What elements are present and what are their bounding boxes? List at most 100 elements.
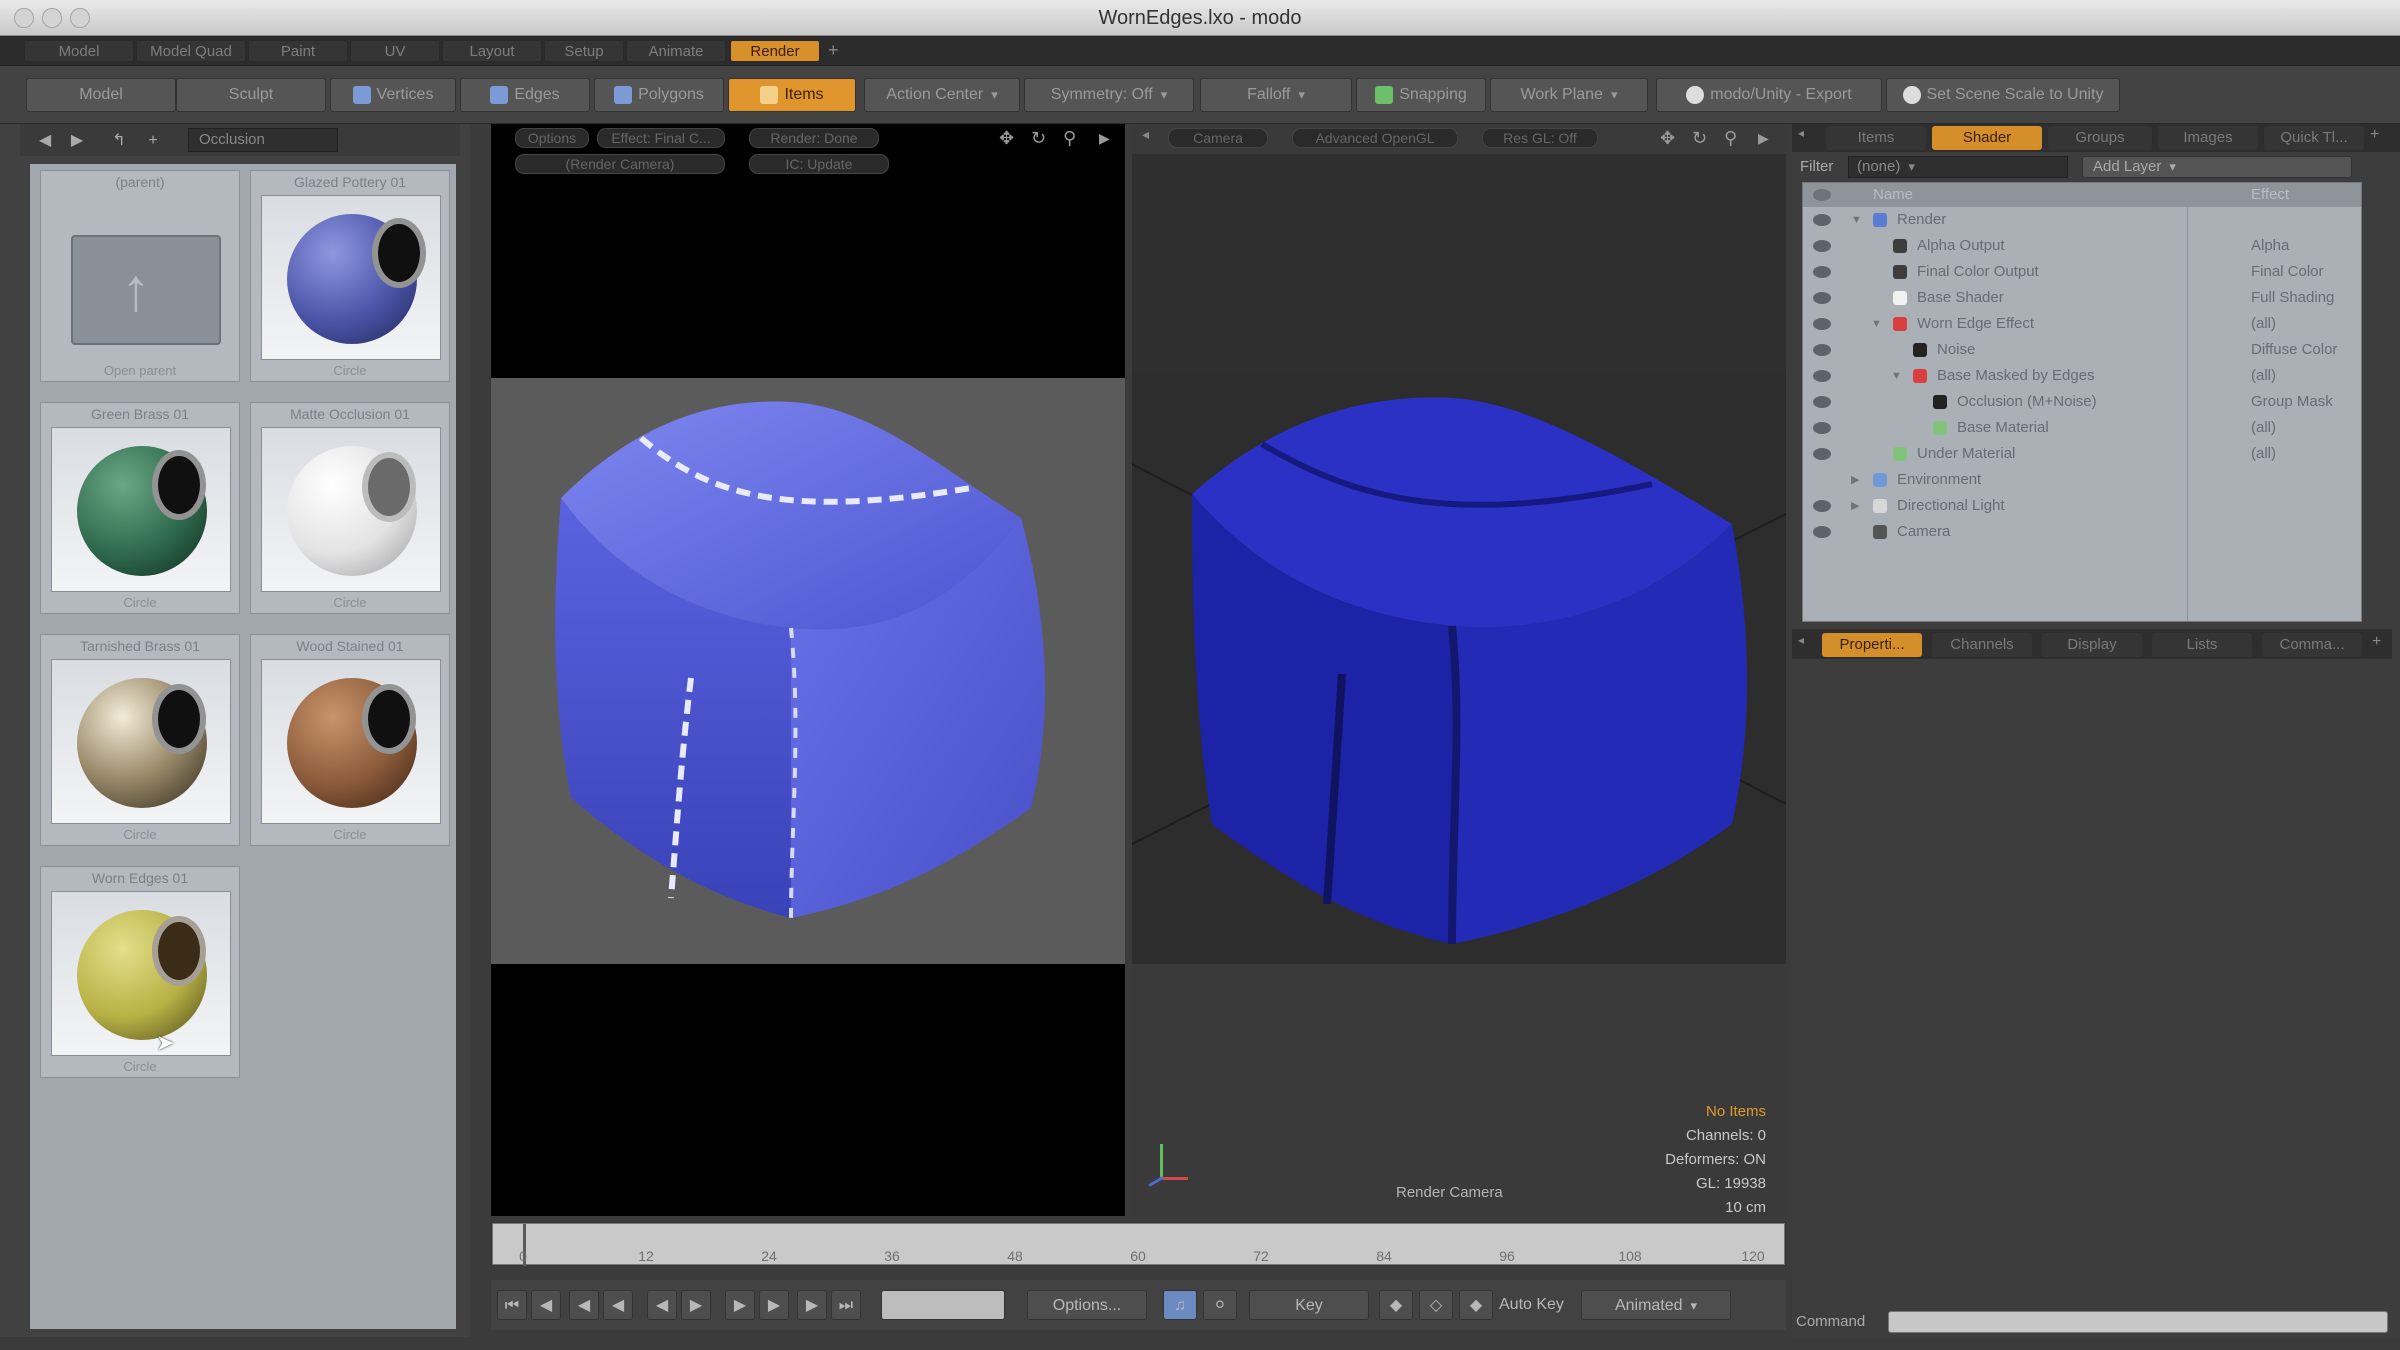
shader-tree-row[interactable]: Alpha Output Alpha <box>1803 233 2361 259</box>
timeline[interactable]: 0 12 24 36 48 60 72 84 96 108 120 <box>491 1222 1786 1266</box>
tab-lists[interactable]: Lists <box>2152 633 2252 657</box>
auto-key-icon[interactable]: ◆ <box>1459 1290 1493 1320</box>
shader-tree-row[interactable]: Base Material (all) <box>1803 415 2361 441</box>
shader-tree-row[interactable]: Base Shader Full Shading <box>1803 285 2361 311</box>
tab-items[interactable]: Items <box>1826 126 1926 150</box>
zoom-icon[interactable]: ⚲ <box>1063 128 1076 149</box>
action-center-dropdown[interactable]: Action Center <box>864 78 1020 112</box>
options-button[interactable]: Options... <box>1027 1290 1147 1320</box>
parent-folder-icon[interactable]: ↰ <box>108 130 130 152</box>
tab-properties[interactable]: Properti... <box>1822 633 1922 657</box>
previous-frame-icon[interactable]: ◀ <box>603 1290 633 1320</box>
audio-icon[interactable]: ♫ <box>1163 1290 1197 1320</box>
advanced-opengl-dropdown[interactable]: Advanced OpenGL <box>1292 128 1458 148</box>
pan-icon[interactable]: ✥ <box>999 128 1014 149</box>
shader-tree-row[interactable]: Noise Diffuse Color <box>1803 337 2361 363</box>
polygons-button[interactable]: Polygons <box>594 78 724 112</box>
step-back-icon[interactable]: ◀ <box>569 1290 599 1320</box>
forward-arrow-icon[interactable]: ▶ <box>66 130 88 152</box>
shader-tree-row[interactable]: ▶ Directional Light <box>1803 493 2361 519</box>
effect-column-header[interactable]: Effect <box>2251 183 2289 207</box>
camera-dropdown[interactable]: Camera <box>1168 128 1268 148</box>
visibility-eye-icon[interactable] <box>1813 500 1831 512</box>
preset-tarnished-brass[interactable]: Tarnished Brass 01 Circle <box>40 634 240 846</box>
visibility-eye-icon[interactable] <box>1813 448 1831 460</box>
visibility-eye-icon[interactable] <box>1813 396 1831 408</box>
filter-dropdown[interactable]: (none) <box>1848 156 2068 178</box>
visibility-eye-icon[interactable] <box>1813 240 1831 252</box>
shader-tree-row[interactable]: Final Color Output Final Color <box>1803 259 2361 285</box>
scene-scale-button[interactable]: Set Scene Scale to Unity <box>1886 78 2120 112</box>
preset-green-brass[interactable]: Green Brass 01 Circle <box>40 402 240 614</box>
tab-model-quad[interactable]: Model Quad <box>136 40 246 62</box>
viewport-menu-icon[interactable]: ▶ <box>1758 130 1769 147</box>
effect-dropdown[interactable]: Effect: Final C... <box>597 128 725 148</box>
edges-button[interactable]: Edges <box>460 78 590 112</box>
add-tab-icon[interactable]: + <box>2370 126 2379 144</box>
visibility-eye-icon[interactable] <box>1813 214 1831 226</box>
tab-groups[interactable]: Groups <box>2048 126 2152 150</box>
previous-key-icon[interactable]: ◀ <box>531 1290 561 1320</box>
preset-parent-folder[interactable]: (parent) ↑ Open parent <box>40 170 240 382</box>
zoom-icon[interactable]: ⚲ <box>1724 128 1737 149</box>
preview-options-button[interactable]: Options <box>515 128 589 148</box>
delete-key-icon[interactable]: ◇ <box>1419 1290 1453 1320</box>
panel-menu-icon[interactable]: ◂ <box>1798 126 1804 140</box>
modo-unity-export-button[interactable]: modo/Unity - Export <box>1656 78 1882 112</box>
tab-uv[interactable]: UV <box>350 40 440 62</box>
tab-paint[interactable]: Paint <box>248 40 348 62</box>
frame-field[interactable] <box>881 1290 1005 1320</box>
visibility-eye-icon[interactable] <box>1813 344 1831 356</box>
tab-render[interactable]: Render <box>730 40 820 62</box>
add-tab-icon[interactable]: + <box>828 40 839 61</box>
tab-command[interactable]: Comma... <box>2262 633 2362 657</box>
tab-animate[interactable]: Animate <box>626 40 726 62</box>
model-mode-button[interactable]: Model <box>26 78 176 112</box>
panel-menu-icon[interactable]: ◂ <box>1798 633 1804 647</box>
visibility-eye-icon[interactable] <box>1813 318 1831 330</box>
key-icon[interactable]: ⚪ <box>1203 1290 1237 1320</box>
go-to-end-icon[interactable]: ⏭ <box>831 1290 861 1320</box>
pan-icon[interactable]: ✥ <box>1660 128 1675 149</box>
visibility-eye-icon[interactable] <box>1813 370 1831 382</box>
step-forward-icon[interactable]: ▶ <box>759 1290 789 1320</box>
tab-layout[interactable]: Layout <box>442 40 542 62</box>
tab-shader[interactable]: Shader <box>1932 126 2042 150</box>
shader-tree-row[interactable]: ▼ Render <box>1803 207 2361 233</box>
shader-tree-row[interactable]: Camera <box>1803 519 2361 545</box>
set-key-icon[interactable]: ◆ <box>1379 1290 1413 1320</box>
tab-images[interactable]: Images <box>2158 126 2258 150</box>
visibility-eye-icon[interactable] <box>1813 422 1831 434</box>
symmetry-dropdown[interactable]: Symmetry: Off <box>1024 78 1194 112</box>
expand-arrow-icon[interactable]: ▼ <box>1851 207 1862 233</box>
back-arrow-icon[interactable]: ◀ <box>34 130 56 152</box>
items-button[interactable]: Items <box>728 78 856 112</box>
shader-tree-row[interactable]: ▼ Worn Edge Effect (all) <box>1803 311 2361 337</box>
next-frame-icon[interactable]: ▶ <box>725 1290 755 1320</box>
sculpt-mode-button[interactable]: Sculpt <box>176 78 326 112</box>
shader-tree-row[interactable]: ▶ Environment <box>1803 467 2361 493</box>
expand-arrow-icon[interactable]: ▶ <box>1851 467 1859 493</box>
play-icon[interactable]: ▶ <box>681 1290 711 1320</box>
visibility-eye-icon[interactable] <box>1813 526 1831 538</box>
ic-update-button[interactable]: IC: Update <box>749 154 889 174</box>
falloff-dropdown[interactable]: Falloff <box>1200 78 1352 112</box>
shader-tree-row[interactable]: ▼ Base Masked by Edges (all) <box>1803 363 2361 389</box>
3d-viewport[interactable]: ◂ Camera Advanced OpenGL Res GL: Off ✥ ↻… <box>1132 124 1786 1216</box>
tab-display[interactable]: Display <box>2042 633 2142 657</box>
rotate-icon[interactable]: ↻ <box>1031 128 1046 149</box>
preset-worn-edges[interactable]: Worn Edges 01 ➤ Circle <box>40 866 240 1078</box>
preview-viewport[interactable]: Options Effect: Final C... Render: Done … <box>491 124 1125 1216</box>
expand-arrow-icon[interactable]: ▶ <box>1851 493 1859 519</box>
play-backward-icon[interactable]: ◀ <box>647 1290 677 1320</box>
res-gl-dropdown[interactable]: Res GL: Off <box>1482 128 1598 148</box>
vertices-button[interactable]: Vertices <box>330 78 456 112</box>
go-to-start-icon[interactable]: ⏮ <box>497 1290 527 1320</box>
tab-model[interactable]: Model <box>24 40 134 62</box>
preset-filter-dropdown[interactable]: Occlusion <box>188 128 338 152</box>
shader-tree-row[interactable]: Occlusion (M+Noise) Group Mask <box>1803 389 2361 415</box>
rotate-icon[interactable]: ↻ <box>1692 128 1707 149</box>
command-input[interactable] <box>1888 1311 2388 1333</box>
add-preset-icon[interactable]: + <box>142 130 164 152</box>
add-layer-dropdown[interactable]: Add Layer <box>2082 156 2352 178</box>
